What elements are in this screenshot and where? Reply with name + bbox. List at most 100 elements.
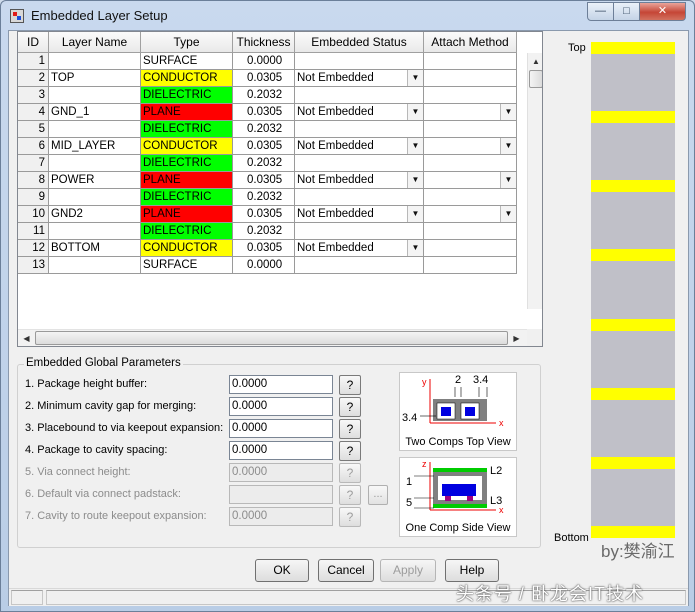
header-attach-method[interactable]: Attach Method [424, 32, 517, 53]
layer-type-cell[interactable]: PLANE [141, 172, 233, 189]
status-dropdown-arrow-icon[interactable]: ▼ [407, 206, 423, 222]
param-help-button[interactable]: ? [339, 463, 361, 483]
thickness-cell[interactable]: 0.0000 [233, 257, 295, 274]
attach-method-cell[interactable]: ▼ [424, 138, 517, 155]
embedded-status-cell[interactable]: Not Embedded ▼ [295, 172, 424, 189]
param-value-field[interactable]: 0.0000 [229, 463, 333, 482]
embedded-status-cell[interactable]: Not Embedded ▼ [295, 206, 424, 223]
table-row[interactable]: 1 SURFACE 0.0000 [18, 53, 527, 70]
thickness-cell[interactable]: 0.0305 [233, 104, 295, 121]
attach-dropdown-arrow-icon[interactable]: ▼ [500, 172, 516, 188]
layer-name-cell[interactable] [49, 223, 141, 240]
table-row[interactable]: 3 DIELECTRIC 0.2032 [18, 87, 527, 104]
table-row[interactable]: 9 DIELECTRIC 0.2032 [18, 189, 527, 206]
param-value-field[interactable] [229, 485, 333, 504]
layer-name-cell[interactable]: GND2 [49, 206, 141, 223]
layer-type-cell[interactable]: CONDUCTOR [141, 240, 233, 257]
thickness-cell[interactable]: 0.2032 [233, 223, 295, 240]
param-help-button[interactable]: ? [339, 397, 361, 417]
vertical-scroll-thumb[interactable] [529, 70, 542, 88]
table-row[interactable]: 13 SURFACE 0.0000 [18, 257, 527, 274]
table-row[interactable]: 4 GND_1 PLANE 0.0305 Not Embedded ▼ ▼ [18, 104, 527, 121]
param-value-field[interactable]: 0.0000 [229, 375, 333, 394]
embedded-status-cell[interactable]: Not Embedded ▼ [295, 138, 424, 155]
header-embedded-status[interactable]: Embedded Status [295, 32, 424, 53]
layer-type-cell[interactable]: SURFACE [141, 257, 233, 274]
param-value-field[interactable]: 0.0000 [229, 397, 333, 416]
status-dropdown-arrow-icon[interactable]: ▼ [407, 172, 423, 188]
layer-type-cell[interactable]: SURFACE [141, 53, 233, 70]
title-bar[interactable]: Embedded Layer Setup — □ ✕ [1, 1, 694, 31]
thickness-cell[interactable]: 0.0305 [233, 206, 295, 223]
param-value-field[interactable]: 0.0000 [229, 441, 333, 460]
thickness-cell[interactable]: 0.2032 [233, 121, 295, 138]
attach-dropdown-arrow-icon[interactable]: ▼ [500, 206, 516, 222]
thickness-cell[interactable]: 0.2032 [233, 189, 295, 206]
table-row[interactable]: 11 DIELECTRIC 0.2032 [18, 223, 527, 240]
header-type[interactable]: Type [141, 32, 233, 53]
param-help-button[interactable]: ? [339, 419, 361, 439]
attach-dropdown-arrow-icon[interactable]: ▼ [500, 138, 516, 154]
layer-type-cell[interactable]: CONDUCTOR [141, 70, 233, 87]
layer-name-cell[interactable] [49, 53, 141, 70]
minimize-button[interactable]: — [587, 2, 614, 21]
horizontal-scroll-thumb[interactable] [35, 331, 508, 345]
padstack-browse-button[interactable]: ... [368, 485, 388, 505]
close-button[interactable]: ✕ [639, 2, 686, 21]
grid-horizontal-scrollbar[interactable]: ◀ ▶ [18, 329, 527, 346]
attach-method-cell[interactable]: ▼ [424, 172, 517, 189]
param-value-field[interactable]: 0.0000 [229, 507, 333, 526]
status-dropdown-arrow-icon[interactable]: ▼ [407, 240, 423, 256]
param-help-button[interactable]: ? [339, 375, 361, 395]
param-help-button[interactable]: ? [339, 507, 361, 527]
help-button[interactable]: Help [445, 559, 499, 582]
layer-name-cell[interactable] [49, 189, 141, 206]
thickness-cell[interactable]: 0.0305 [233, 70, 295, 87]
scroll-right-arrow-icon[interactable]: ▶ [508, 330, 525, 346]
thickness-cell[interactable]: 0.2032 [233, 155, 295, 172]
param-help-button[interactable]: ? [339, 485, 361, 505]
scroll-left-arrow-icon[interactable]: ◀ [18, 330, 35, 346]
param-help-button[interactable]: ? [339, 441, 361, 461]
layer-type-cell[interactable]: DIELECTRIC [141, 121, 233, 138]
table-row[interactable]: 8 POWER PLANE 0.0305 Not Embedded ▼ ▼ [18, 172, 527, 189]
layer-name-cell[interactable] [49, 121, 141, 138]
status-dropdown-arrow-icon[interactable]: ▼ [407, 138, 423, 154]
cancel-button[interactable]: Cancel [318, 559, 374, 582]
table-row[interactable]: 6 MID_LAYER CONDUCTOR 0.0305 Not Embedded ▼ ▼ [18, 138, 527, 155]
layer-name-cell[interactable]: BOTTOM [49, 240, 141, 257]
header-id[interactable]: ID [18, 32, 49, 53]
table-row[interactable]: 12 BOTTOM CONDUCTOR 0.0305 Not Embedded ▼ [18, 240, 527, 257]
thickness-cell[interactable]: 0.2032 [233, 87, 295, 104]
table-row[interactable]: 10 GND2 PLANE 0.0305 Not Embedded ▼ ▼ [18, 206, 527, 223]
grid-vertical-scrollbar[interactable]: ▲ [527, 53, 542, 309]
layer-name-cell[interactable]: TOP [49, 70, 141, 87]
layer-type-cell[interactable]: DIELECTRIC [141, 87, 233, 104]
embedded-status-cell[interactable]: Not Embedded ▼ [295, 104, 424, 121]
layer-type-cell[interactable]: CONDUCTOR [141, 138, 233, 155]
table-row[interactable]: 5 DIELECTRIC 0.2032 [18, 121, 527, 138]
table-row[interactable]: 7 DIELECTRIC 0.2032 [18, 155, 527, 172]
maximize-button[interactable]: □ [613, 2, 640, 21]
layer-type-cell[interactable]: DIELECTRIC [141, 189, 233, 206]
embedded-status-cell[interactable]: Not Embedded ▼ [295, 70, 424, 87]
thickness-cell[interactable]: 0.0305 [233, 240, 295, 257]
layer-type-cell[interactable]: DIELECTRIC [141, 223, 233, 240]
thickness-cell[interactable]: 0.0000 [233, 53, 295, 70]
attach-method-cell[interactable]: ▼ [424, 104, 517, 121]
layer-type-cell[interactable]: DIELECTRIC [141, 155, 233, 172]
embedded-status-cell[interactable]: Not Embedded ▼ [295, 240, 424, 257]
attach-method-cell[interactable]: ▼ [424, 206, 517, 223]
layer-name-cell[interactable]: POWER [49, 172, 141, 189]
layer-type-cell[interactable]: PLANE [141, 206, 233, 223]
layer-name-cell[interactable] [49, 87, 141, 104]
header-layer-name[interactable]: Layer Name [49, 32, 141, 53]
status-dropdown-arrow-icon[interactable]: ▼ [407, 104, 423, 120]
apply-button[interactable]: Apply [380, 559, 436, 582]
layer-name-cell[interactable] [49, 257, 141, 274]
header-thickness[interactable]: Thickness [233, 32, 295, 53]
scroll-up-arrow-icon[interactable]: ▲ [528, 53, 542, 70]
layer-name-cell[interactable]: MID_LAYER [49, 138, 141, 155]
layer-name-cell[interactable]: GND_1 [49, 104, 141, 121]
layer-type-cell[interactable]: PLANE [141, 104, 233, 121]
